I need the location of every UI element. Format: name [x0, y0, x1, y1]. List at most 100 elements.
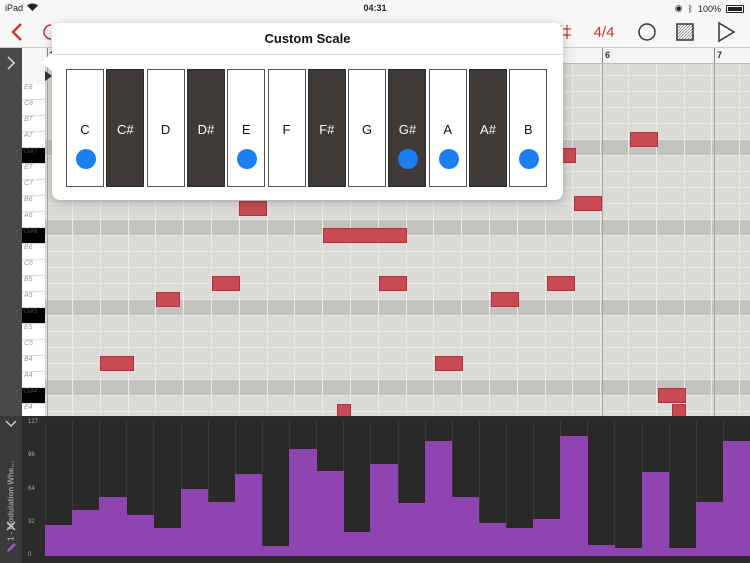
- piano-key[interactable]: E8: [22, 84, 45, 100]
- automation-value-bar[interactable]: [560, 436, 588, 556]
- scale-label: 0: [28, 552, 32, 558]
- midi-note[interactable]: [547, 276, 575, 291]
- stop-button[interactable]: [674, 20, 696, 44]
- piano-key[interactable]: E7: [22, 164, 45, 180]
- automation-value-bar[interactable]: [722, 441, 750, 556]
- play-button[interactable]: [714, 20, 738, 44]
- piano-key[interactable]: G#5: [22, 308, 45, 324]
- automation-value-bar[interactable]: [668, 548, 697, 556]
- scale-key[interactable]: G#: [388, 69, 427, 187]
- automation-value-bar[interactable]: [533, 519, 561, 556]
- note-lane[interactable]: [45, 252, 750, 268]
- midi-note[interactable]: [491, 292, 519, 307]
- bar-line: [47, 64, 48, 416]
- scale-key[interactable]: C: [66, 69, 104, 187]
- custom-scale-popover: Custom Scale C C# D D# E F F# G G# A A# B: [41, 23, 563, 200]
- automation-value-bar[interactable]: [505, 528, 534, 556]
- midi-note[interactable]: [239, 201, 267, 216]
- piano-key[interactable]: C6: [22, 260, 45, 276]
- automation-value-bar[interactable]: [695, 502, 724, 556]
- piano-key[interactable]: G#6: [22, 228, 45, 244]
- midi-note[interactable]: [379, 276, 407, 291]
- piano-key[interactable]: B5: [22, 276, 45, 292]
- piano-key[interactable]: B7: [22, 116, 45, 132]
- automation-value-bar[interactable]: [370, 464, 398, 556]
- piano-key[interactable]: A7: [22, 132, 45, 148]
- piano-key[interactable]: C8: [22, 100, 45, 116]
- piano-keyboard[interactable]: E8 C8 B7 A7 G#7 E7 C7 B6 A6 G#6 E6 C6 B5 A5 G#5 E5 C5 B4 A…: [22, 84, 45, 420]
- piano-key[interactable]: C7: [22, 180, 45, 196]
- scale-key-label: G#: [398, 122, 417, 137]
- midi-note[interactable]: [323, 228, 407, 243]
- piano-key[interactable]: G#7: [22, 148, 45, 164]
- automation-value-bar[interactable]: [478, 523, 507, 556]
- scale-key[interactable]: B: [509, 69, 548, 187]
- automation-value-bar[interactable]: [126, 515, 154, 556]
- automation-value-bar[interactable]: [641, 472, 670, 556]
- scale-key[interactable]: F: [267, 69, 306, 187]
- automation-value-bar[interactable]: [587, 545, 615, 556]
- automation-value-bar[interactable]: [397, 503, 426, 556]
- automation-value-bar[interactable]: [424, 441, 453, 556]
- scale-key[interactable]: G: [348, 69, 387, 187]
- midi-note[interactable]: [156, 292, 180, 307]
- piano-key[interactable]: B6: [22, 196, 45, 212]
- automation-value-bar[interactable]: [261, 546, 290, 556]
- scale-key[interactable]: E: [227, 69, 266, 187]
- midi-note[interactable]: [100, 356, 134, 371]
- automation-value-bar[interactable]: [289, 449, 317, 556]
- midi-note[interactable]: [672, 404, 686, 416]
- automation-value-bar[interactable]: [45, 525, 73, 556]
- piano-key[interactable]: B4: [22, 356, 45, 372]
- note-lane[interactable]: [45, 300, 750, 316]
- piano-key[interactable]: E5: [22, 324, 45, 340]
- piano-key[interactable]: A4: [22, 372, 45, 388]
- scale-key[interactable]: D#: [186, 69, 225, 187]
- pencil-tool-button[interactable]: [3, 542, 19, 558]
- midi-note[interactable]: [337, 404, 351, 416]
- play-triangle-icon: [718, 21, 736, 43]
- midi-note[interactable]: [630, 132, 658, 147]
- record-button[interactable]: [636, 20, 658, 44]
- automation-value-bar[interactable]: [451, 497, 480, 556]
- midi-note[interactable]: [435, 356, 463, 371]
- piano-key[interactable]: G#4: [22, 388, 45, 404]
- scale-key[interactable]: D: [146, 69, 185, 187]
- scale-key[interactable]: A#: [469, 69, 507, 187]
- piano-key[interactable]: C5: [22, 340, 45, 356]
- time-signature-button[interactable]: 4/4: [590, 20, 618, 44]
- note-lane[interactable]: [45, 204, 750, 220]
- midi-note[interactable]: [658, 388, 686, 403]
- scale-key[interactable]: A: [428, 69, 467, 187]
- automation-value-bar[interactable]: [234, 474, 263, 556]
- back-button[interactable]: [6, 20, 28, 44]
- playhead-marker[interactable]: [45, 71, 52, 81]
- automation-value-bar[interactable]: [316, 471, 344, 556]
- piano-key[interactable]: A5: [22, 292, 45, 308]
- automation-lane[interactable]: [45, 421, 750, 556]
- note-lane[interactable]: [45, 348, 750, 364]
- close-lane-button[interactable]: [3, 520, 19, 536]
- scale-key[interactable]: F#: [307, 69, 346, 187]
- automation-value-bar[interactable]: [207, 502, 236, 556]
- collapse-button[interactable]: [3, 418, 19, 434]
- note-lane[interactable]: [45, 332, 750, 348]
- expand-button[interactable]: [2, 56, 20, 74]
- note-lane[interactable]: [45, 364, 750, 380]
- piano-key[interactable]: E6: [22, 244, 45, 260]
- automation-value-bar[interactable]: [614, 548, 643, 556]
- note-lane[interactable]: [45, 380, 750, 396]
- midi-note[interactable]: [574, 196, 602, 211]
- piano-key[interactable]: A6: [22, 212, 45, 228]
- automation-value-bar[interactable]: [72, 510, 100, 556]
- midi-note[interactable]: [562, 148, 576, 163]
- automation-value-bar[interactable]: [99, 497, 127, 556]
- note-lane[interactable]: [45, 316, 750, 332]
- note-lane[interactable]: [45, 396, 750, 412]
- midi-note[interactable]: [212, 276, 240, 291]
- automation-value-bar[interactable]: [153, 528, 182, 556]
- automation-value-bar[interactable]: [343, 532, 371, 556]
- scale-key[interactable]: C#: [106, 69, 145, 187]
- scale-key-label: F#: [319, 122, 335, 137]
- automation-value-bar[interactable]: [180, 489, 209, 556]
